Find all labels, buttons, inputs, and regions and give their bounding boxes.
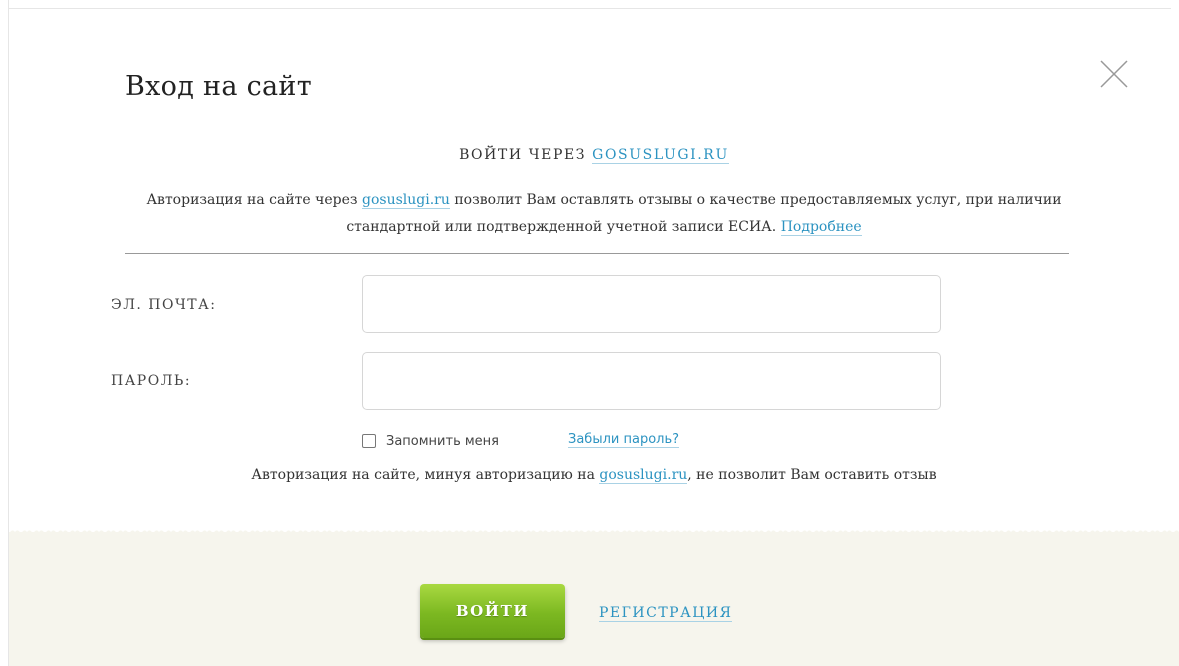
remember-me-label: Запомнить меня [386, 433, 500, 449]
password-field[interactable] [362, 352, 941, 410]
gosuslugi-header-link[interactable]: GOSUSLUGI.RU [592, 147, 729, 164]
register-link[interactable]: РЕГИСТРАЦИЯ [599, 605, 733, 622]
alt-auth-note: Авторизация на сайте, минуя авторизацию … [9, 467, 1179, 484]
modal-footer: ВОЙТИ РЕГИСТРАЦИЯ [9, 526, 1179, 666]
email-field[interactable] [362, 275, 941, 333]
footer-wave-edge [9, 526, 1179, 534]
login-button[interactable]: ВОЙТИ [420, 584, 565, 638]
gosuslugi-desc-link[interactable]: gosuslugi.ru [362, 192, 450, 209]
remember-me-checkbox[interactable] [362, 434, 376, 448]
close-icon[interactable] [1099, 59, 1129, 89]
alt-note-before: Авторизация на сайте, минуя авторизацию … [251, 467, 595, 483]
forgot-password-link[interactable]: Забыли пароль? [568, 432, 680, 448]
more-info-link[interactable]: Подробнее [780, 219, 862, 236]
login-modal: Вход на сайт ВОЙТИ ЧЕРЕЗ GOSUSLUGI.RU Ав… [9, 9, 1179, 666]
modal-title: Вход на сайт [125, 71, 312, 102]
remember-me[interactable]: Запомнить меня [362, 431, 499, 451]
alt-note-link[interactable]: gosuslugi.ru [599, 467, 688, 484]
password-label: ПАРОЛЬ: [111, 373, 192, 389]
gosuslugi-desc-before: Авторизация на сайте через [146, 192, 358, 208]
gosuslugi-desc-middle: позволит Вам оставлять отзывы о качестве… [346, 192, 1062, 235]
gosuslugi-description: Авторизация на сайте через gosuslugi.ru … [129, 187, 1079, 241]
alt-note-after: , не позволит Вам оставить отзыв [687, 467, 937, 483]
gosuslugi-header: ВОЙТИ ЧЕРЕЗ GOSUSLUGI.RU [9, 147, 1179, 164]
section-divider [125, 253, 1069, 254]
email-label: ЭЛ. ПОЧТА: [111, 297, 217, 313]
gosuslugi-header-prefix: ВОЙТИ ЧЕРЕЗ [459, 147, 587, 163]
